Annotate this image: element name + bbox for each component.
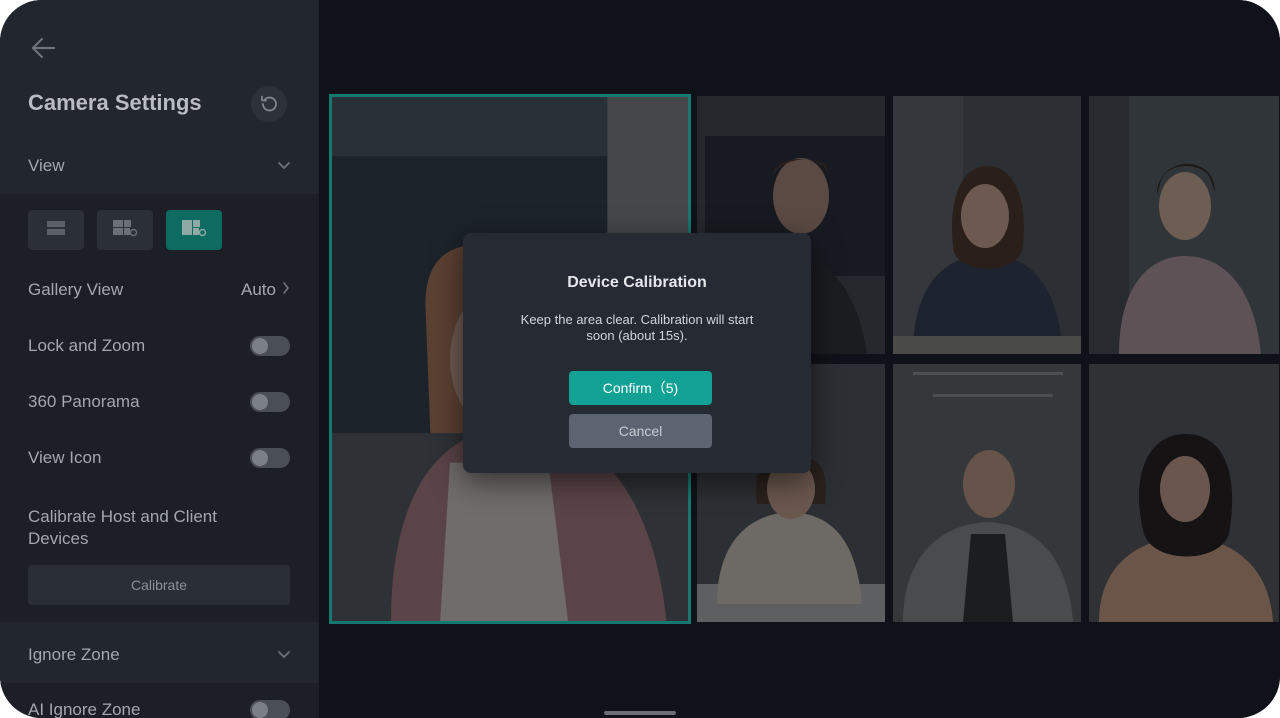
participant-video [1089,364,1279,622]
participant-tile[interactable] [1089,364,1279,622]
gallery-view-label: Gallery View [28,280,124,299]
toggle-knob [252,338,268,354]
settings-sidebar: Camera Settings View Gallery View Auto L… [0,0,319,718]
panorama-label: 360 Panorama [28,392,140,411]
cancel-button[interactable]: Cancel [569,414,712,448]
participant-tile[interactable] [893,364,1081,622]
dialog-message: Keep the area clear. Calibration will st… [520,312,754,343]
toggle-knob [252,450,268,466]
layout-speaker-button[interactable] [28,210,84,250]
participant-tile[interactable] [893,96,1081,354]
device-calibration-dialog: Device Calibration Keep the area clear. … [463,233,811,473]
ai-ignore-zone-label: AI Ignore Zone [28,700,141,718]
participant-video [1089,96,1279,354]
home-indicator[interactable] [604,711,676,715]
back-arrow-icon[interactable] [28,34,58,62]
view-icon-row: View Icon [28,448,290,468]
layout-mixed-icon [181,219,207,242]
view-icon-label: View Icon [28,448,102,467]
ignore-zone-label: Ignore Zone [28,645,120,664]
participant-video [893,96,1081,354]
dialog-title: Device Calibration [567,274,707,291]
participant-tile[interactable] [1089,96,1279,354]
view-panel: Gallery View Auto Lock and Zoom 360 Pano… [0,194,319,622]
calibrate-button[interactable]: Calibrate [28,565,290,605]
view-section-label: View [28,156,65,175]
view-icon-toggle[interactable] [250,448,290,468]
confirm-button[interactable]: Confirm（5) [569,371,712,405]
device-screen: Camera Settings View Gallery View Auto L… [0,0,1280,718]
panorama-toggle[interactable] [250,392,290,412]
chevron-down-icon [277,156,291,176]
layout-grid-icon [112,219,138,242]
page-title: Camera Settings [28,90,202,115]
layout-grid-button[interactable] [97,210,153,250]
view-section-header[interactable]: View [0,138,319,194]
toggle-knob [252,702,268,718]
ai-ignore-zone-toggle[interactable] [250,700,290,718]
chevron-down-icon [277,645,291,665]
ai-ignore-zone-panel: AI Ignore Zone [0,683,319,718]
reset-icon[interactable] [251,86,287,122]
ai-ignore-zone-row: AI Ignore Zone [28,700,290,718]
participant-video [893,364,1081,622]
calibrate-label: Calibrate Host and Client Devices [28,507,217,548]
lock-zoom-label: Lock and Zoom [28,336,146,355]
ignore-zone-section-header[interactable]: Ignore Zone [0,627,319,683]
gallery-view-value: Auto [241,280,276,299]
panorama-row: 360 Panorama [28,392,290,412]
layout-speaker-icon [46,220,66,241]
gallery-view-row[interactable]: Gallery View Auto [28,280,290,300]
lock-zoom-row: Lock and Zoom [28,336,290,356]
lock-zoom-toggle[interactable] [250,336,290,356]
toggle-knob [252,394,268,410]
layout-mixed-button[interactable] [166,210,222,250]
chevron-right-icon [282,280,290,300]
